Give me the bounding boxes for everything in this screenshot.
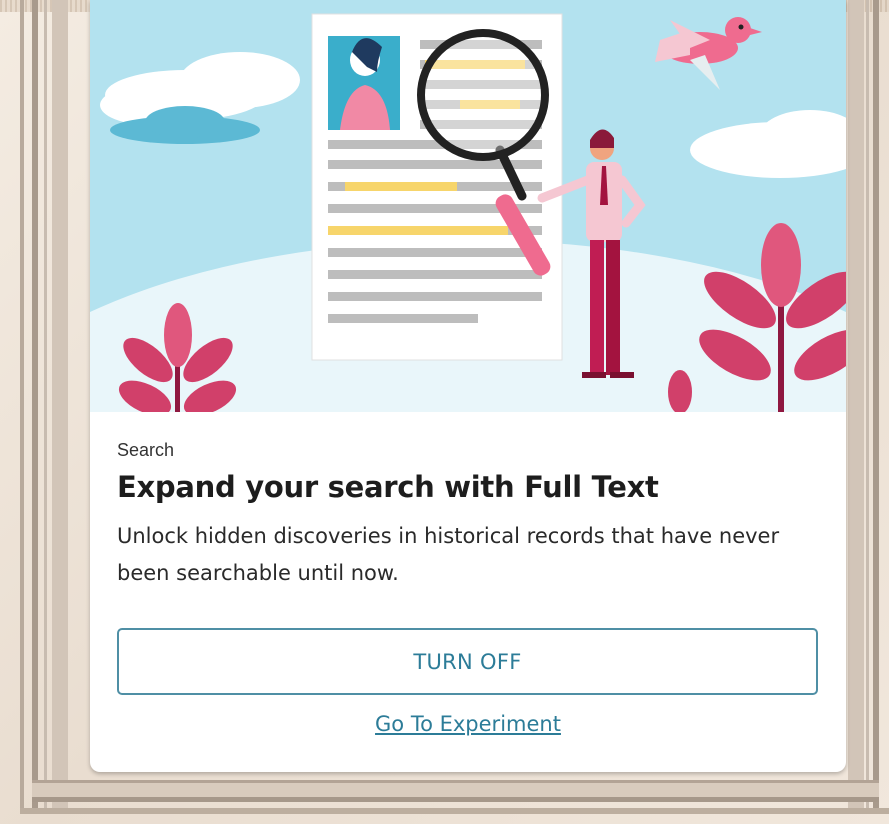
frame-rail — [873, 0, 879, 812]
turn-off-button[interactable]: TURN OFF — [117, 628, 818, 695]
card-description: Unlock hidden discoveries in historical … — [117, 524, 780, 585]
frame-rail — [20, 0, 24, 812]
card-title: Expand your search with Full Text — [117, 470, 659, 504]
frame-rail — [52, 0, 68, 812]
feature-card: Search Expand your search with Full Text… — [90, 0, 846, 772]
frame-bottom-border — [20, 808, 889, 814]
frame-rail — [866, 0, 869, 812]
frame-bottom-border — [32, 780, 879, 802]
card-eyebrow: Search — [117, 440, 175, 460]
go-to-experiment-link[interactable]: Go To Experiment — [90, 712, 846, 736]
frame-rail — [32, 0, 38, 812]
search-illustration — [90, 0, 846, 412]
frame-rail — [44, 0, 47, 812]
frame-rail — [848, 0, 864, 812]
card-content: Search Expand your search with Full Text… — [117, 438, 817, 592]
